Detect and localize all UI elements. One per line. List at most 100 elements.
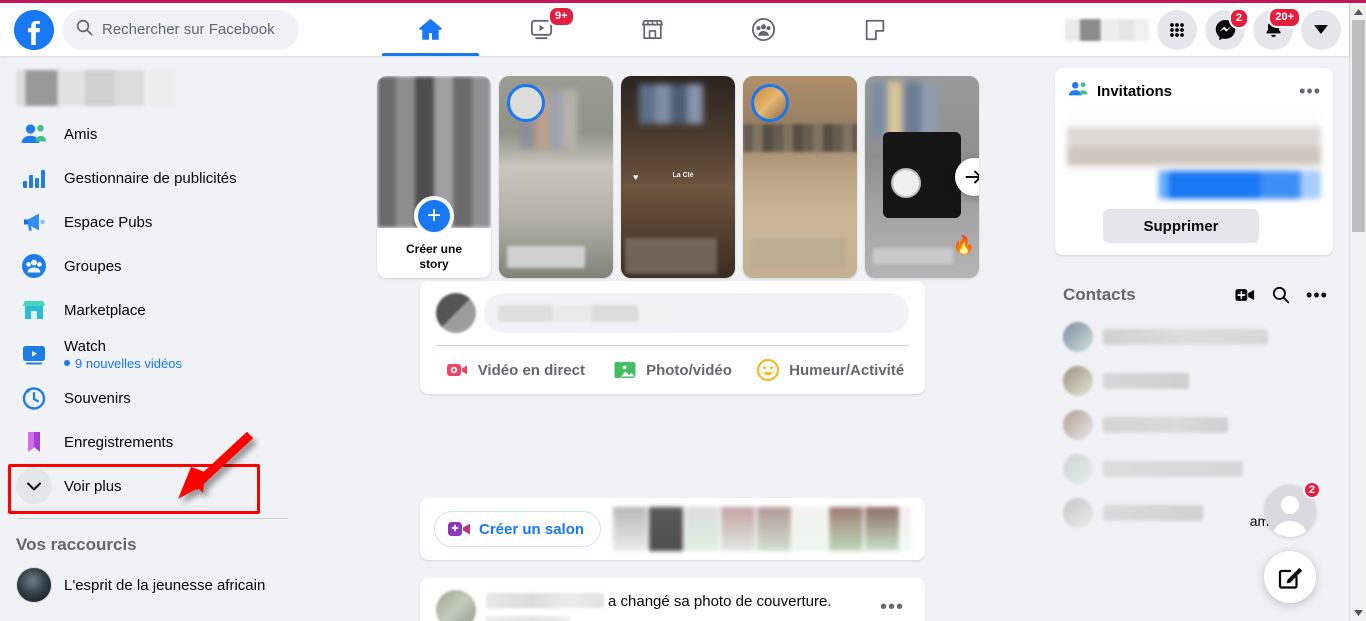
contacts-more-button[interactable]: ••• bbox=[1301, 279, 1333, 311]
sidebar-profile-redacted[interactable] bbox=[16, 70, 176, 106]
contacts-header-actions: ••• bbox=[1229, 279, 1333, 311]
contact-name-redacted bbox=[1103, 373, 1189, 389]
sidebar-item-gestionnaire-de-publicites[interactable]: Gestionnaire de publicités bbox=[8, 156, 287, 200]
composer-feeling-activity-button[interactable]: Humeur/Activité bbox=[751, 346, 909, 394]
ad-center-icon bbox=[16, 204, 52, 240]
composer-input[interactable] bbox=[484, 293, 909, 333]
new-message-button[interactable] bbox=[1264, 551, 1316, 603]
account-name-redacted[interactable] bbox=[1065, 18, 1149, 41]
sidebar-item-label: Enregistrements bbox=[64, 433, 174, 451]
notifications-button[interactable]: 20+ bbox=[1253, 6, 1301, 50]
active-tab-underline bbox=[382, 53, 479, 56]
create-story-label: Créer une story bbox=[405, 242, 463, 271]
sidebar-item-watch-text: Watch 9 nouvelles vidéos bbox=[64, 338, 182, 371]
story-card[interactable]: 🔥 bbox=[865, 76, 979, 278]
see-more-label: Voir plus bbox=[64, 477, 122, 495]
sidebar-item-souvenirs[interactable]: Souvenirs bbox=[8, 376, 287, 420]
sidebar-item-amis[interactable]: Amis bbox=[8, 112, 287, 156]
story-card[interactable] bbox=[743, 76, 857, 278]
post-more-options-button[interactable]: ••• bbox=[875, 590, 909, 621]
sidebar-item-espace-pubs[interactable]: Espace Pubs bbox=[8, 200, 287, 244]
delete-invitation-button[interactable]: Supprimer bbox=[1103, 209, 1259, 243]
messenger-badge: 2 bbox=[1228, 7, 1249, 29]
nav-tab-home[interactable] bbox=[375, 3, 486, 56]
right-sidebar: Invitations ••• Supprimer Contacts ••• bbox=[1055, 56, 1349, 621]
groups-icon bbox=[16, 248, 52, 284]
saved-icon bbox=[16, 424, 52, 460]
browser-scrollbar[interactable] bbox=[1349, 3, 1366, 621]
nav-tab-gaming[interactable] bbox=[819, 3, 930, 56]
nav-tab-marketplace[interactable] bbox=[597, 3, 708, 56]
sidebar-item-groupes[interactable]: Groupes bbox=[8, 244, 287, 288]
invitations-more-button[interactable]: ••• bbox=[1299, 81, 1321, 102]
story-face-redaction bbox=[871, 82, 937, 138]
photo-video-icon bbox=[614, 362, 636, 378]
scrollbar-up-arrow[interactable] bbox=[1350, 3, 1366, 20]
active-rooms-strip[interactable] bbox=[613, 507, 911, 551]
contact-list-item[interactable] bbox=[1055, 315, 1333, 359]
sidebar-see-more-button[interactable]: Voir plus bbox=[8, 464, 287, 508]
new-video-call-button[interactable] bbox=[1229, 279, 1261, 311]
contact-name-redacted bbox=[1103, 417, 1228, 433]
contact-list-item[interactable] bbox=[1055, 359, 1333, 403]
sidebar-item-marketplace[interactable]: Marketplace bbox=[8, 288, 287, 332]
facebook-logo-icon[interactable] bbox=[14, 9, 54, 50]
composer-action-label: Humeur/Activité bbox=[789, 361, 905, 379]
invitations-card: Invitations ••• Supprimer bbox=[1055, 68, 1333, 255]
menu-grid-button[interactable] bbox=[1157, 9, 1197, 50]
contacts-search-button[interactable] bbox=[1265, 279, 1297, 311]
chevron-down-icon bbox=[1314, 25, 1328, 34]
story-author-name-redacted bbox=[873, 248, 953, 264]
story-card[interactable]: La Clé ♥ bbox=[621, 76, 735, 278]
scrollbar-thumb[interactable] bbox=[1352, 20, 1365, 232]
story-card[interactable] bbox=[499, 76, 613, 278]
story-face-redaction bbox=[639, 84, 703, 124]
sidebar-divider bbox=[18, 518, 288, 519]
nav-tab-watch[interactable]: 9+ bbox=[486, 3, 597, 56]
post-timestamp-redacted bbox=[486, 616, 570, 621]
plus-icon[interactable]: + bbox=[414, 196, 454, 236]
live-video-icon bbox=[446, 364, 467, 376]
search-input[interactable] bbox=[102, 21, 285, 38]
account-menu-button[interactable] bbox=[1301, 9, 1341, 50]
chevron-down-icon bbox=[16, 468, 52, 504]
shortcut-avatar bbox=[16, 567, 52, 603]
composer-photo-video-button[interactable]: Photo/vidéo bbox=[594, 346, 752, 394]
composer-live-video-button[interactable]: Vidéo en direct bbox=[436, 346, 594, 394]
sidebar-item-watch[interactable]: Watch 9 nouvelles vidéos bbox=[8, 332, 287, 376]
create-room-button[interactable]: Créer un salon bbox=[434, 511, 602, 547]
post-author-avatar[interactable] bbox=[436, 590, 476, 621]
create-room-label: Créer un salon bbox=[479, 520, 585, 538]
post-composer-card: Vidéo en direct Photo/vidéo Humeur/Activ… bbox=[420, 281, 925, 394]
contact-name-redacted bbox=[1103, 329, 1268, 345]
create-story-card[interactable]: + Créer une story bbox=[377, 76, 491, 278]
center-feed: + Créer une story La Clé ♥ 🔥 Vidéo en di… bbox=[295, 56, 1055, 621]
post-header-text: a changé sa photo de couverture. bbox=[486, 590, 832, 621]
invitations-header: Invitations ••• bbox=[1067, 78, 1321, 105]
new-video-call-icon bbox=[1235, 289, 1255, 301]
composer-user-avatar[interactable] bbox=[436, 293, 476, 333]
post-header: a changé sa photo de couverture. ••• bbox=[436, 590, 909, 621]
composer-action-label: Photo/vidéo bbox=[646, 361, 732, 379]
sidebar-item-label: Marketplace bbox=[64, 301, 146, 319]
story-author-name-redacted bbox=[751, 238, 845, 268]
nav-tab-groups[interactable] bbox=[708, 3, 819, 56]
shop-icon bbox=[641, 19, 664, 40]
sidebar-item-label: Souvenirs bbox=[64, 389, 131, 407]
sidebar-item-enregistrements[interactable]: Enregistrements bbox=[8, 420, 287, 464]
sidebar-shortcut-item[interactable]: L'esprit de la jeunesse africain bbox=[8, 563, 287, 607]
ads-manager-icon bbox=[16, 160, 52, 196]
shortcut-avatar-wrap bbox=[16, 567, 52, 603]
video-room-icon bbox=[448, 522, 470, 536]
search-box[interactable] bbox=[62, 9, 299, 50]
primary-nav-tabs: 9+ bbox=[375, 3, 930, 56]
story-author-name-redacted bbox=[507, 246, 585, 268]
scrollbar-down-arrow[interactable] bbox=[1350, 604, 1366, 621]
contact-list-item[interactable] bbox=[1055, 403, 1333, 447]
story-author-name-redacted bbox=[625, 238, 717, 274]
see-more-icon-wrap bbox=[16, 468, 52, 504]
post-action-text: a changé sa photo de couverture. bbox=[608, 593, 832, 610]
home-icon bbox=[419, 18, 442, 40]
messenger-button[interactable]: 2 bbox=[1205, 7, 1249, 50]
story-overlay-text: La Clé bbox=[672, 172, 694, 179]
